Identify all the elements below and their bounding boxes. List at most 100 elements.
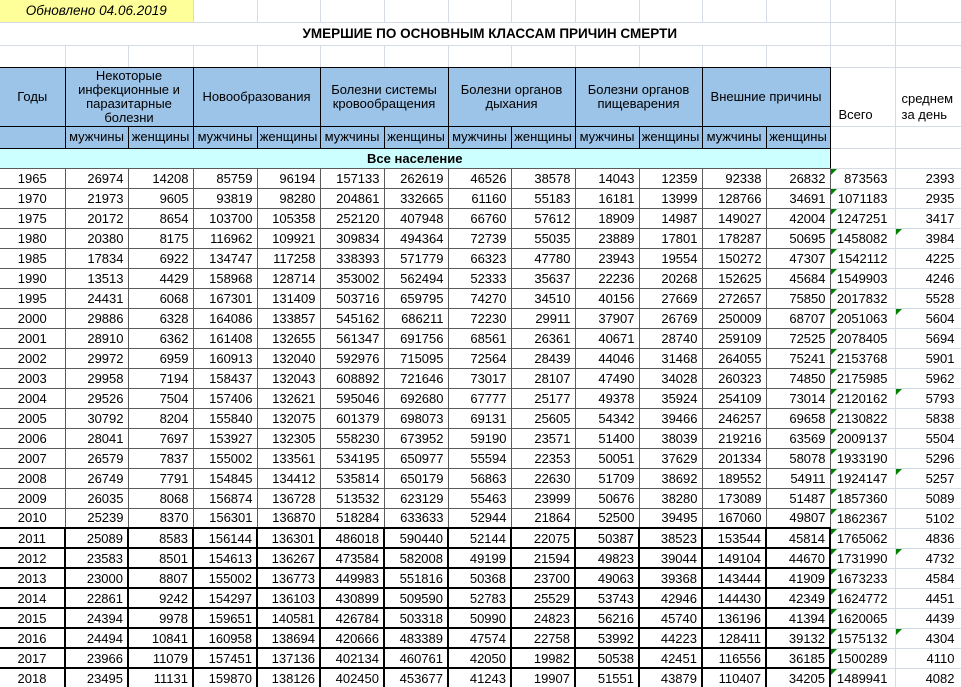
value-cell[interactable]: 50051 [575, 448, 640, 469]
value-cell[interactable]: 272657 [702, 288, 767, 309]
value-cell[interactable]: 22075 [511, 528, 576, 550]
value-cell[interactable]: 659795 [384, 288, 449, 309]
value-cell[interactable]: 50368 [448, 568, 512, 590]
value-cell[interactable]: 136196 [702, 608, 767, 630]
total-cell[interactable]: 1862367 [830, 508, 896, 529]
value-cell[interactable]: 698073 [384, 408, 449, 429]
value-cell[interactable]: 44670 [766, 548, 831, 570]
value-cell[interactable]: 52783 [448, 588, 512, 610]
male-header[interactable]: мужчины [575, 126, 640, 149]
total-cell[interactable]: 1500289 [830, 648, 896, 669]
avg-per-day-cell[interactable]: 5296 [895, 448, 961, 469]
value-cell[interactable]: 20172 [65, 208, 129, 229]
avg-per-day-cell[interactable]: 4439 [895, 608, 961, 629]
value-cell[interactable]: 49807 [766, 508, 831, 530]
value-cell[interactable]: 189552 [702, 468, 767, 489]
value-cell[interactable]: 16181 [575, 188, 640, 209]
total-cell[interactable]: 1765062 [830, 528, 896, 549]
avg-per-day-cell[interactable]: 4082 [895, 668, 961, 687]
value-cell[interactable]: 152625 [702, 268, 767, 289]
female-header[interactable]: женщины [384, 126, 449, 149]
value-cell[interactable]: 51487 [766, 488, 831, 509]
group-header-neoplasms[interactable]: Новообразования [193, 67, 321, 127]
value-cell[interactable]: 494364 [384, 228, 449, 249]
value-cell[interactable]: 137136 [257, 648, 321, 670]
value-cell[interactable]: 149104 [702, 548, 767, 570]
value-cell[interactable]: 31468 [639, 348, 703, 369]
avg-per-day-cell[interactable]: 5504 [895, 428, 961, 449]
value-cell[interactable]: 595046 [320, 388, 385, 409]
value-cell[interactable]: 8068 [128, 488, 194, 509]
value-cell[interactable]: 7194 [128, 368, 194, 389]
value-cell[interactable]: 426784 [320, 608, 385, 630]
value-cell[interactable]: 116962 [193, 228, 258, 249]
value-cell[interactable]: 7791 [128, 468, 194, 489]
value-cell[interactable]: 93819 [193, 188, 258, 209]
avg-per-day-cell[interactable]: 3417 [895, 208, 961, 229]
year-cell[interactable]: 2003 [0, 368, 66, 389]
value-cell[interactable]: 449983 [320, 568, 385, 590]
value-cell[interactable]: 37907 [575, 308, 640, 329]
empty-cell[interactable] [702, 45, 767, 68]
year-cell[interactable]: 2018 [0, 668, 66, 687]
value-cell[interactable]: 52333 [448, 268, 512, 289]
value-cell[interactable]: 23000 [65, 568, 129, 590]
value-cell[interactable]: 7504 [128, 388, 194, 409]
year-cell[interactable]: 2005 [0, 408, 66, 429]
section-label[interactable]: Все население [0, 148, 831, 169]
value-cell[interactable]: 63569 [766, 428, 831, 449]
total-cell[interactable]: 2078405 [830, 328, 896, 349]
value-cell[interactable]: 36185 [766, 648, 831, 670]
empty-cell[interactable] [830, 148, 896, 169]
value-cell[interactable]: 73014 [766, 388, 831, 409]
avg-per-day-cell[interactable]: 3984 [895, 228, 961, 249]
value-cell[interactable]: 22630 [511, 468, 576, 489]
total-cell[interactable]: 1247251 [830, 208, 896, 229]
avg-per-day-cell[interactable]: 5694 [895, 328, 961, 349]
value-cell[interactable]: 132075 [257, 408, 321, 429]
value-cell[interactable]: 592976 [320, 348, 385, 369]
value-cell[interactable]: 691756 [384, 328, 449, 349]
year-cell[interactable]: 2014 [0, 588, 66, 610]
value-cell[interactable]: 8807 [128, 568, 194, 590]
value-cell[interactable]: 39132 [766, 628, 831, 650]
avg-per-day-cell[interactable]: 4110 [895, 648, 961, 669]
value-cell[interactable]: 46526 [448, 168, 512, 189]
total-cell[interactable]: 2051063 [830, 308, 896, 329]
value-cell[interactable]: 483389 [384, 628, 449, 650]
value-cell[interactable]: 7837 [128, 448, 194, 469]
value-cell[interactable]: 39044 [639, 548, 703, 570]
total-cell[interactable]: 1071183 [830, 188, 896, 209]
value-cell[interactable]: 61160 [448, 188, 512, 209]
value-cell[interactable]: 47490 [575, 368, 640, 389]
female-header[interactable]: женщины [766, 126, 831, 149]
value-cell[interactable]: 22861 [65, 588, 129, 610]
value-cell[interactable]: 47574 [448, 628, 512, 650]
value-cell[interactable]: 45684 [766, 268, 831, 289]
value-cell[interactable]: 50387 [575, 528, 640, 550]
value-cell[interactable]: 332665 [384, 188, 449, 209]
value-cell[interactable]: 55594 [448, 448, 512, 469]
empty-cell[interactable] [320, 45, 385, 68]
empty-cell[interactable] [639, 45, 703, 68]
value-cell[interactable]: 159651 [193, 608, 258, 630]
value-cell[interactable]: 160913 [193, 348, 258, 369]
value-cell[interactable]: 40671 [575, 328, 640, 349]
value-cell[interactable]: 134412 [257, 468, 321, 489]
value-cell[interactable]: 44223 [639, 628, 703, 650]
value-cell[interactable]: 50695 [766, 228, 831, 249]
value-cell[interactable]: 601379 [320, 408, 385, 429]
group-header-infectious[interactable]: Некоторые инфекционные и паразитарные бо… [65, 67, 194, 127]
total-cell[interactable]: 1673233 [830, 568, 896, 589]
value-cell[interactable]: 132043 [257, 368, 321, 389]
value-cell[interactable]: 6362 [128, 328, 194, 349]
female-header[interactable]: женщины [511, 126, 576, 149]
value-cell[interactable]: 144430 [702, 588, 767, 610]
value-cell[interactable]: 353002 [320, 268, 385, 289]
value-cell[interactable]: 29886 [65, 308, 129, 329]
avg-per-day-cell[interactable]: 5838 [895, 408, 961, 429]
value-cell[interactable]: 156874 [193, 488, 258, 509]
value-cell[interactable]: 49199 [448, 548, 512, 570]
value-cell[interactable]: 38280 [639, 488, 703, 509]
year-cell[interactable]: 2012 [0, 548, 66, 570]
